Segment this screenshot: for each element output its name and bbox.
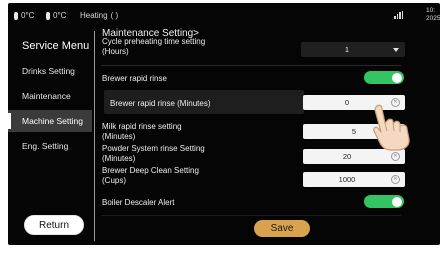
boiler-descaler-label: Boiler Descaler Alert [102, 198, 175, 207]
return-button[interactable]: Return [24, 215, 84, 235]
preheat-value: 1 [344, 45, 350, 54]
clock: 10: 2025/08/1 [426, 7, 440, 23]
brewer-rapid-rinse-label: Brewer rapid rinse [102, 74, 167, 83]
hand-pointer-icon [373, 104, 410, 151]
sidebar: Service Menu Drinks Setting Maintenance … [8, 25, 92, 245]
divider [101, 65, 401, 66]
sidebar-title: Service Menu [22, 40, 90, 52]
status-bar: 0°C 0°C Heating ( ) 10: 2025/08/1 [8, 3, 440, 25]
clear-icon[interactable]: ✕ [391, 152, 400, 161]
brewer-rapid-rinse-minutes-label: Brewer rapid rinse (Minutes) [110, 99, 211, 108]
powder-rinse-input[interactable]: 20 ✕ [303, 149, 405, 164]
preheat-dropdown[interactable]: 1 [301, 42, 405, 57]
sidebar-item-maintenance[interactable]: Maintenance [8, 85, 92, 107]
temperature-2: 0°C [46, 11, 66, 20]
sidebar-item-eng-setting[interactable]: Eng. Setting [8, 135, 92, 157]
temperature-1: 0°C [14, 11, 34, 20]
milk-rapid-rinse-label: Milk rapid rinse setting (Minutes) [102, 122, 182, 141]
heating-icon: ( ) [110, 11, 119, 20]
sidebar-item-drinks-setting[interactable]: Drinks Setting [8, 60, 92, 82]
powder-rinse-value: 20 [342, 152, 352, 161]
signal-icon [394, 11, 403, 19]
save-button[interactable]: Save [254, 220, 310, 237]
brewer-deep-clean-input[interactable]: 1000 ✕ [303, 172, 405, 187]
preheat-label: Cycle preheating time setting (Hours) [102, 37, 206, 56]
brewer-deep-clean-label: Brewer Deep Clean Setting (Cups) [102, 166, 199, 185]
brewer-deep-clean-value: 1000 [338, 175, 356, 184]
heating-label: Heating [80, 11, 108, 20]
thermometer-icon [14, 11, 18, 20]
temperature-1-value: 0°C [21, 11, 35, 20]
temperature-2-value: 0°C [53, 11, 67, 20]
clear-icon[interactable]: ✕ [391, 175, 400, 184]
toggle-knob [392, 196, 402, 207]
boiler-descaler-toggle[interactable] [364, 195, 404, 208]
thermometer-icon [46, 11, 50, 20]
brewer-rapid-rinse-toggle[interactable] [364, 71, 404, 84]
toggle-knob [392, 72, 402, 83]
sidebar-item-machine-setting[interactable]: Machine Setting [8, 110, 92, 132]
powder-rinse-label: Powder System rinse Setting (Minutes) [102, 144, 205, 163]
chevron-down-icon [393, 47, 399, 52]
main-panel: Maintenance Setting> Cycle preheating ti… [95, 25, 440, 245]
clock-date: 2025/08/1 [426, 15, 440, 22]
heating-status: Heating ( ) [80, 11, 118, 20]
divider [101, 215, 401, 216]
clock-time: 10: [426, 7, 436, 14]
screen: 0°C 0°C Heating ( ) 10: 2025/08/1 Servic… [8, 3, 440, 245]
